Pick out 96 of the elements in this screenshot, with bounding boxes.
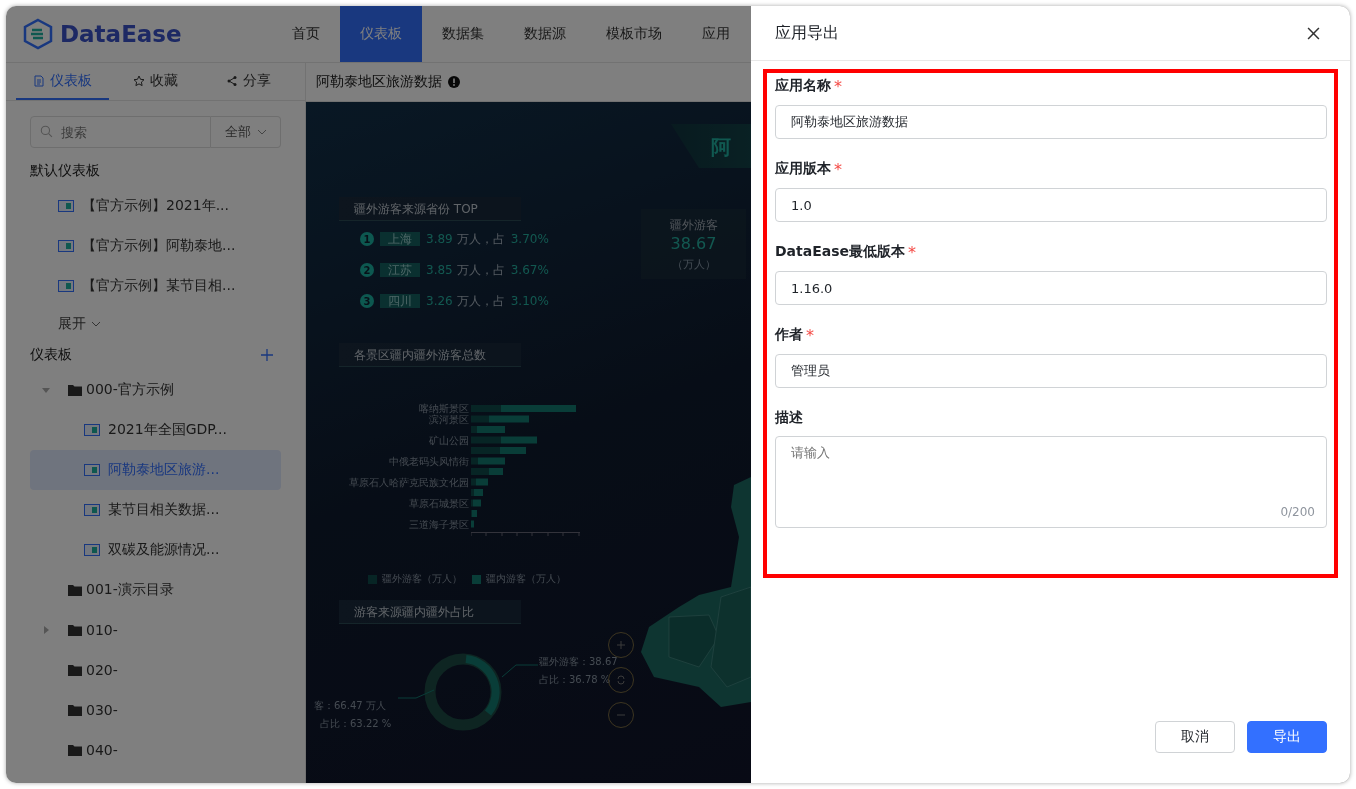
bar (471, 520, 474, 528)
unit-text: 万人，占 (456, 292, 505, 310)
document-icon (33, 74, 45, 87)
folder-item[interactable]: 030- (30, 690, 281, 730)
unit-text: 万人，占 (456, 261, 505, 279)
logo-text: DataEase (60, 21, 182, 47)
dashboard-icon (84, 504, 100, 516)
panel-title: 游客来源疆内疆外占比 (339, 600, 521, 624)
province-tag: 江苏 (380, 263, 420, 277)
star-icon (133, 74, 145, 87)
required-mark: * (908, 243, 917, 262)
search-field[interactable]: 搜索 (30, 116, 211, 148)
chevron-down-icon (91, 321, 101, 327)
dashboard-item[interactable]: 阿勒泰地区旅游... (30, 450, 281, 490)
folder-icon (68, 584, 82, 596)
search-icon (40, 125, 53, 138)
folder-icon (68, 384, 82, 396)
visitor-amount: 3.89 (426, 232, 453, 246)
dashboard-icon (84, 464, 100, 476)
required-mark: * (806, 326, 814, 345)
add-icon[interactable] (261, 349, 273, 361)
dashboard-title: 阿勒泰地区旅游数据 (316, 73, 442, 91)
nav-tab[interactable]: 仪表板 (340, 6, 422, 62)
folder-item[interactable]: 001-演示目录 (30, 570, 281, 610)
field-label: DataEase最低版本 (775, 243, 906, 261)
share-icon (226, 74, 238, 87)
cancel-button[interactable]: 取消 (1155, 721, 1235, 753)
dashboard-icon (58, 200, 74, 212)
dashboard-icon (84, 424, 100, 436)
title-banner: 阿 (671, 124, 751, 168)
plus-icon (616, 640, 626, 650)
dashboard-item[interactable]: 【官方示例】阿勒泰地... (82, 237, 236, 255)
visitor-amount: 3.26 (426, 294, 453, 308)
sidebar-tab[interactable]: 仪表板 (16, 63, 109, 100)
folder-item[interactable]: 040- (30, 730, 281, 770)
leader-line (398, 689, 434, 699)
logo-icon (22, 18, 54, 50)
field-label: 应用版本 (775, 160, 831, 178)
expand-link[interactable]: 展开 (6, 306, 101, 342)
sidebar-tab[interactable]: 分享 (202, 63, 295, 100)
nav-tab[interactable]: 应用 (682, 6, 750, 62)
province-tag: 四川 (380, 294, 420, 308)
filter-dropdown[interactable]: 全部 (211, 116, 281, 148)
folder-icon (68, 704, 82, 716)
dashboard-item[interactable]: 【官方示例】2021年... (82, 197, 229, 215)
close-icon[interactable] (1307, 26, 1320, 40)
section-title: 默认仪表板 (29, 161, 101, 180)
nav-tab[interactable]: 数据源 (504, 6, 586, 62)
dashboard-item[interactable]: 2021年全国GDP... (30, 410, 281, 450)
chevron-down-icon (256, 129, 267, 135)
unit-text: 万人，占 (456, 230, 505, 248)
folder-item[interactable]: 000-官方示例 (30, 370, 281, 410)
rank-badge: 3 (360, 294, 374, 308)
expand-arrow-icon[interactable] (42, 386, 50, 394)
info-icon[interactable] (448, 76, 460, 88)
dashboard-icon (58, 240, 74, 252)
dashboard-item[interactable]: 双碳及能源情况... (30, 530, 281, 570)
sidebar-tab[interactable]: 收藏 (109, 63, 202, 100)
nav-tab[interactable]: 首页 (272, 6, 340, 62)
dashboard-icon (58, 280, 74, 292)
expand-arrow-icon[interactable] (42, 626, 50, 634)
dashboard-item[interactable]: 【官方示例】某节目相... (82, 277, 236, 295)
dashboard-icon (84, 544, 100, 556)
stat-value: 38.67 (670, 233, 717, 253)
required-mark: * (834, 77, 842, 96)
rank-badge: 1 (360, 232, 374, 246)
panel-title: 疆外游客来源省份 TOP (339, 197, 521, 221)
text-field[interactable]: 阿勒泰地区旅游数据 (775, 105, 1327, 139)
leader-line (502, 664, 538, 678)
dialog-title: 应用导出 (775, 22, 839, 44)
text-field[interactable]: 1.16.0 (775, 271, 1327, 305)
stat-label: 疆外游客 (669, 216, 718, 234)
share-value: 3.67% (510, 263, 549, 277)
field-label: 应用名称 (775, 77, 831, 95)
rank-badge: 2 (360, 263, 374, 277)
folder-icon (68, 664, 82, 676)
nav-tab[interactable]: 模板市场 (586, 6, 682, 62)
folder-item[interactable]: 020- (30, 650, 281, 690)
text-field[interactable]: 1.0 (775, 188, 1327, 222)
field-label: 描述 (775, 409, 803, 427)
refresh-icon (616, 675, 626, 685)
required-mark: * (834, 160, 842, 179)
folder-icon (68, 744, 82, 756)
folder-icon (68, 624, 82, 636)
nav-tab[interactable]: 数据集 (422, 6, 504, 62)
panel-title: 各景区疆内疆外游客总数 (339, 343, 521, 367)
field-label: 作者 (775, 326, 803, 344)
share-value: 3.10% (510, 294, 549, 308)
char-counter: 0/200 (1280, 505, 1315, 519)
section-title: 仪表板 (30, 346, 72, 364)
folder-item[interactable]: 010- (30, 610, 281, 650)
dashboard-item[interactable]: 某节目相关数据... (30, 490, 281, 530)
visitor-amount: 3.85 (426, 263, 453, 277)
share-value: 3.70% (510, 232, 549, 246)
export-button[interactable]: 导出 (1247, 721, 1327, 753)
text-field[interactable]: 管理员 (775, 354, 1327, 388)
